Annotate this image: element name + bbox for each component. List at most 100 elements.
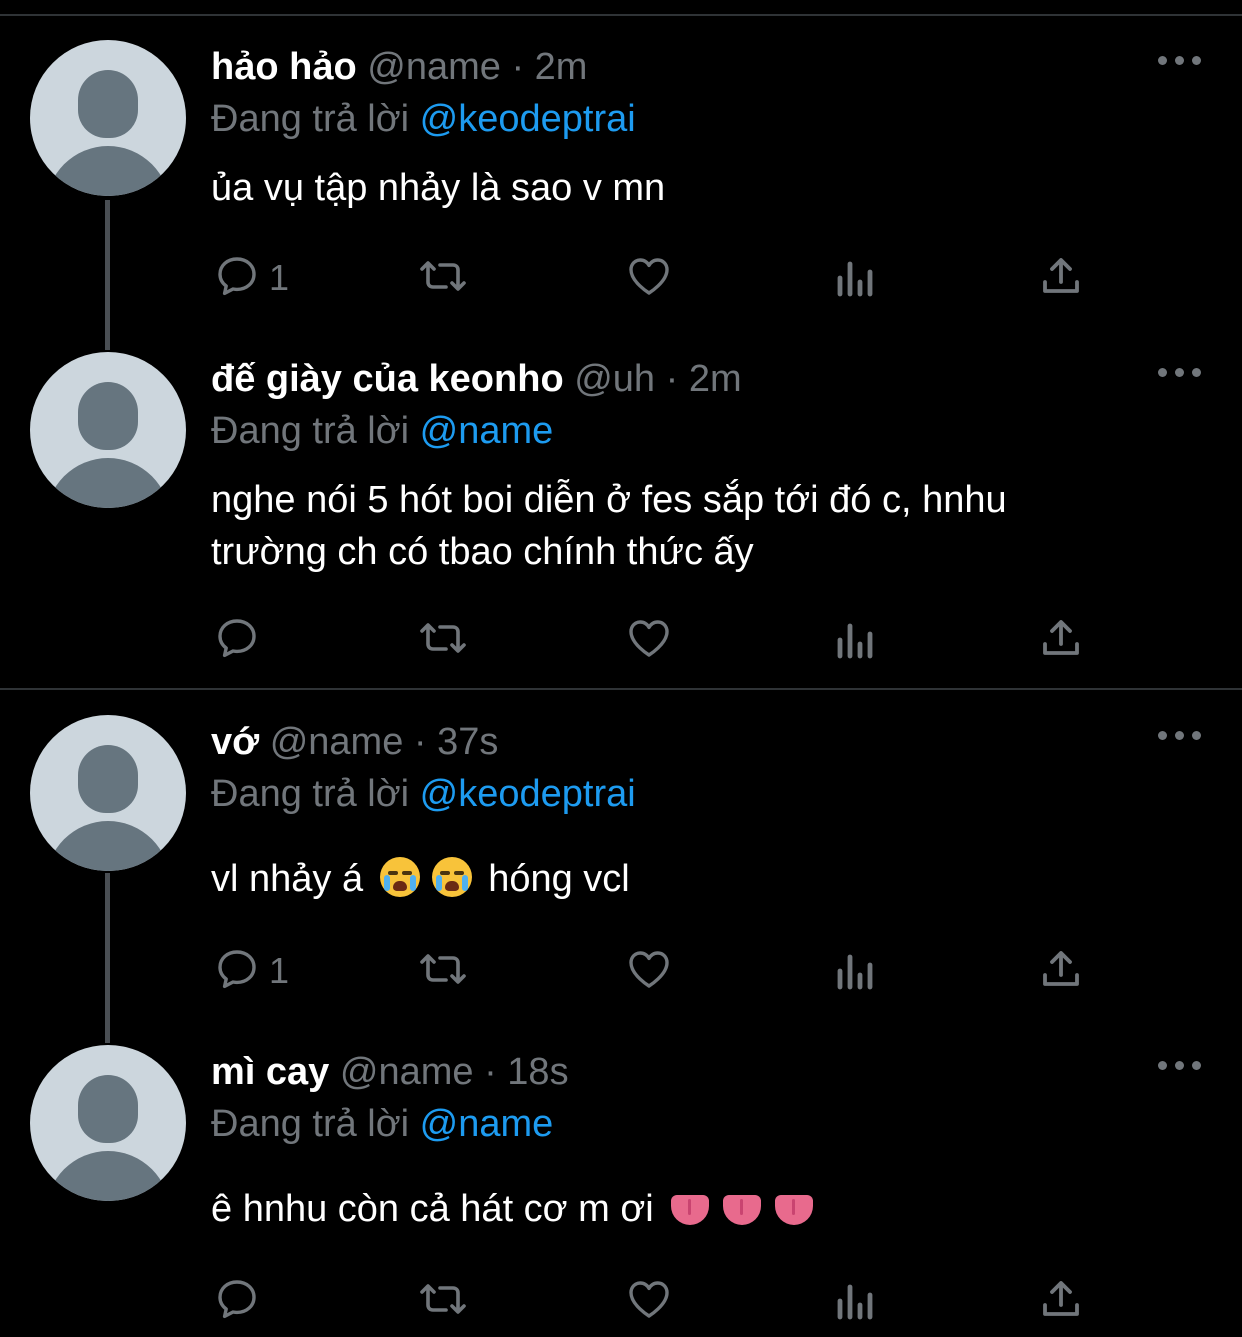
replying-to: Đang trả lời @name: [211, 406, 553, 456]
like-button[interactable]: [625, 614, 675, 664]
like-button[interactable]: [625, 252, 675, 302]
reply-icon: [218, 950, 256, 989]
timestamp[interactable]: 2m: [535, 46, 588, 88]
like-icon: [629, 951, 669, 988]
share-button[interactable]: [1038, 1275, 1088, 1325]
timestamp[interactable]: 37s: [437, 721, 498, 763]
replying-to: Đang trả lời @keodeptrai: [211, 94, 636, 144]
avatar[interactable]: [30, 1045, 186, 1201]
tweet-text: ủa vụ tập nhảy là sao v mn: [211, 167, 666, 209]
share-icon: [1043, 620, 1079, 655]
tweet-text: ê hnhu còn cả hát cơ m ơi: [211, 1183, 1191, 1235]
tweet[interactable]: vớ @name · 37s Đang trả lời @keodeptrai …: [0, 715, 1242, 1015]
share-icon: [1043, 258, 1079, 293]
mention-link[interactable]: @name: [420, 1103, 554, 1145]
display-name[interactable]: vớ: [211, 721, 259, 763]
tweet[interactable]: mì cay @name · 18s Đang trả lời @name ê …: [0, 1045, 1242, 1337]
retweet-icon: [420, 623, 466, 653]
share-button[interactable]: [1038, 945, 1088, 995]
mention-link[interactable]: @name: [420, 410, 554, 452]
action-bar: [0, 614, 1242, 664]
tweet-text-start: ê hnhu còn cả hát cơ m ơi: [211, 1188, 654, 1230]
timestamp[interactable]: 2m: [689, 358, 742, 400]
views-button[interactable]: [834, 614, 884, 664]
views-button[interactable]: [834, 1275, 884, 1325]
reply-button[interactable]: 1: [213, 945, 313, 995]
timestamp[interactable]: 18s: [507, 1051, 568, 1093]
tweet-header: mì cay @name · 18s: [211, 1047, 569, 1097]
user-handle[interactable]: @name: [340, 1051, 474, 1093]
separator-dot: ·: [665, 358, 679, 400]
reply-icon: [218, 257, 256, 296]
mention-link[interactable]: @keodeptrai: [420, 98, 636, 140]
replying-to: Đang trả lời @name: [211, 1099, 553, 1149]
views-icon: [837, 954, 873, 990]
separator-dot: ·: [511, 46, 525, 88]
reply-count: 1: [269, 950, 290, 991]
replying-to-label: Đang trả lời: [211, 410, 410, 452]
more-icon[interactable]: [1158, 731, 1202, 743]
retweet-button[interactable]: [414, 1275, 474, 1325]
reply-button[interactable]: [213, 614, 273, 664]
user-handle[interactable]: @uh: [574, 358, 655, 400]
views-button[interactable]: [834, 945, 884, 995]
avatar[interactable]: [30, 352, 186, 508]
like-button[interactable]: [625, 1275, 675, 1325]
tweet-header: đế giày của keonho @uh · 2m: [211, 354, 742, 404]
top-divider: [0, 14, 1242, 16]
tweet-header: hảo hảo @name · 2m: [211, 42, 587, 92]
loudly-crying-face-icon: [379, 857, 420, 897]
action-bar: 1: [0, 252, 1242, 302]
tweet-text: vl nhảy á hóng vcl: [211, 853, 1191, 905]
reply-icon: [218, 619, 256, 658]
user-handle[interactable]: @name: [270, 721, 404, 763]
tweet[interactable]: đế giày của keonho @uh · 2m Đang trả lời…: [0, 352, 1242, 682]
retweet-button[interactable]: [414, 614, 474, 664]
display-name[interactable]: đế giày của keonho: [211, 358, 564, 400]
replying-to: Đang trả lời @keodeptrai: [211, 769, 636, 819]
like-button[interactable]: [625, 945, 675, 995]
action-bar: [0, 1275, 1242, 1325]
tweet-text-line: nghe nói 5 hót boi diễn ở fes sắp tới đó…: [211, 479, 1007, 521]
loudly-crying-face-icon: [431, 857, 472, 897]
replying-to-label: Đang trả lời: [211, 98, 410, 140]
views-icon: [837, 261, 873, 297]
avatar[interactable]: [30, 715, 186, 871]
replying-to-label: Đang trả lời: [211, 773, 410, 815]
user-handle[interactable]: @name: [367, 46, 501, 88]
share-icon: [1043, 1281, 1079, 1316]
retweet-icon: [420, 261, 466, 291]
like-icon: [629, 620, 669, 657]
tweet-text: nghe nói 5 hót boi diễn ở fes sắp tới đó…: [211, 474, 1191, 578]
tongue-icon: [775, 1195, 814, 1225]
tweet-text-end: hóng vcl: [488, 858, 630, 900]
reply-button[interactable]: [213, 1275, 273, 1325]
mention-link[interactable]: @keodeptrai: [420, 773, 636, 815]
share-icon: [1043, 951, 1079, 986]
share-button[interactable]: [1038, 252, 1088, 302]
tweet-header: vớ @name · 37s: [211, 717, 498, 767]
more-icon[interactable]: [1158, 368, 1202, 380]
reply-count: 1: [269, 257, 290, 298]
tweet[interactable]: hảo hảo @name · 2m Đang trả lời @keodept…: [0, 40, 1242, 340]
tongue-icon: [671, 1195, 710, 1225]
views-button[interactable]: [834, 252, 884, 302]
more-icon[interactable]: [1158, 1061, 1202, 1073]
display-name[interactable]: hảo hảo: [211, 46, 357, 88]
tweet-text-line: trường ch có tbao chính thức ấy: [211, 531, 754, 573]
reply-button[interactable]: 1: [213, 252, 313, 302]
retweet-button[interactable]: [414, 945, 474, 995]
tongue-icon: [723, 1195, 762, 1225]
views-icon: [837, 1284, 873, 1320]
retweet-button[interactable]: [414, 252, 474, 302]
display-name[interactable]: mì cay: [211, 1051, 329, 1093]
share-button[interactable]: [1038, 614, 1088, 664]
reply-icon: [218, 1280, 256, 1319]
separator-dot: ·: [484, 1051, 497, 1093]
replying-to-label: Đang trả lời: [211, 1103, 410, 1145]
thread-divider: [0, 688, 1242, 690]
avatar[interactable]: [30, 40, 186, 196]
action-bar: 1: [0, 945, 1242, 995]
like-icon: [629, 1281, 669, 1318]
more-icon[interactable]: [1158, 56, 1202, 68]
